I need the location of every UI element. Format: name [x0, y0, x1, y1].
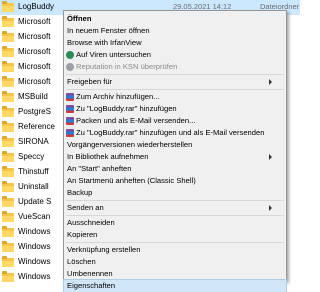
file-name: PostgreS	[18, 107, 51, 116]
menu-item-label: An "Start" anheften	[67, 164, 132, 173]
winrar-icon	[66, 129, 74, 137]
file-name: Windows	[18, 272, 51, 281]
folder-icon	[2, 76, 14, 87]
file-name: Microsoft	[18, 62, 51, 71]
menu-item-browse-irfanview[interactable]: Browse with IrfanView	[64, 37, 286, 49]
menu-item-label: Reputation in KSN überprüfen	[76, 62, 178, 71]
menu-item-label: Backup	[67, 188, 93, 197]
file-name: Windows	[18, 242, 51, 251]
folder-icon	[2, 211, 14, 222]
file-name: Microsoft	[18, 32, 51, 41]
file-name: Microsoft	[18, 47, 51, 56]
folder-icon	[2, 136, 14, 147]
folder-icon	[2, 1, 14, 12]
menu-item-backup[interactable]: Backup	[64, 187, 286, 199]
folder-icon	[2, 121, 14, 132]
file-name: VueScan	[18, 212, 51, 221]
menu-item-label: Browse with IrfanView	[67, 38, 142, 47]
folder-icon	[2, 91, 14, 102]
menu-item-restore-previous[interactable]: Vorgängerversionen wiederherstellen	[64, 139, 286, 151]
folder-icon	[2, 151, 14, 162]
menu-item-pack-email[interactable]: Packen und als E-Mail versenden...	[64, 115, 286, 127]
menu-item-label: In Bibliothek aufnehmen	[67, 152, 149, 161]
menu-item-pin-classic-shell[interactable]: An Startmenü anheften (Classic Shell)	[64, 175, 286, 187]
context-menu: Öffnen In neuem Fenster öffnen Browse wi…	[63, 10, 287, 292]
folder-icon	[2, 256, 14, 267]
menu-item-add-rar-email[interactable]: Zu "LogBuddy.rar" hinzufügen und als E-M…	[64, 127, 286, 139]
menu-item-label: Zum Archiv hinzufügen...	[76, 92, 160, 101]
menu-item-copy[interactable]: Kopieren	[64, 229, 286, 241]
menu-item-label: In neuem Fenster öffnen	[67, 26, 150, 35]
folder-icon	[2, 181, 14, 192]
menu-item-label: Zu "LogBuddy.rar" hinzufügen	[76, 104, 177, 113]
submenu-arrow-icon	[269, 79, 272, 85]
menu-item-share-with[interactable]: Freigeben für	[64, 76, 286, 88]
menu-item-open[interactable]: Öffnen	[64, 13, 286, 25]
menu-item-include-library[interactable]: In Bibliothek aufnehmen	[64, 151, 286, 163]
menu-item-label: Senden an	[67, 203, 104, 212]
file-name: Microsoft	[18, 77, 51, 86]
folder-icon	[2, 226, 14, 237]
winrar-icon	[66, 93, 74, 101]
menu-item-label: Umbenennen	[67, 269, 113, 278]
file-name: Uninstall	[18, 182, 49, 191]
folder-icon	[2, 106, 14, 117]
folder-icon	[2, 16, 14, 27]
file-name: Update S	[18, 197, 52, 206]
menu-item-delete[interactable]: Löschen	[64, 256, 286, 268]
file-name: SIRONA	[18, 137, 49, 146]
menu-separator	[66, 215, 284, 216]
folder-icon	[2, 241, 14, 252]
menu-item-add-rar[interactable]: Zu "LogBuddy.rar" hinzufügen	[64, 103, 286, 115]
ksn-icon	[66, 63, 74, 71]
menu-item-cut[interactable]: Ausschneiden	[64, 217, 286, 229]
folder-icon	[2, 61, 14, 72]
menu-item-pin-start[interactable]: An "Start" anheften	[64, 163, 286, 175]
file-name: Windows	[18, 257, 51, 266]
menu-item-label: Eigenschaften	[67, 281, 116, 290]
winrar-icon	[66, 117, 74, 125]
menu-separator	[66, 89, 284, 90]
file-name: Reference	[18, 122, 55, 131]
menu-item-label: Packen und als E-Mail versenden...	[76, 116, 196, 125]
menu-item-properties[interactable]: Eigenschaften	[63, 279, 287, 292]
menu-separator	[66, 242, 284, 243]
menu-item-label: Löschen	[67, 257, 96, 266]
submenu-arrow-icon	[269, 154, 272, 160]
file-name: Microsoft	[18, 17, 51, 26]
menu-item-create-shortcut[interactable]: Verknüpfung erstellen	[64, 244, 286, 256]
menu-item-label: Zu "LogBuddy.rar" hinzufügen und als E-M…	[76, 128, 265, 137]
menu-item-label: Verknüpfung erstellen	[67, 245, 141, 254]
folder-icon	[2, 46, 14, 57]
menu-item-label: Auf Viren untersuchen	[76, 50, 152, 59]
menu-item-label: Vorgängerversionen wiederherstellen	[67, 140, 193, 149]
menu-item-open-new-window[interactable]: In neuem Fenster öffnen	[64, 25, 286, 37]
folder-icon	[2, 271, 14, 282]
file-name: Speccy	[18, 152, 45, 161]
file-name: Thinstuff	[18, 167, 49, 176]
menu-item-virus-scan[interactable]: Auf Viren untersuchen	[64, 49, 286, 61]
winrar-icon	[66, 105, 74, 113]
folder-icon	[2, 166, 14, 177]
menu-item-add-archive[interactable]: Zum Archiv hinzufügen...	[64, 91, 286, 103]
menu-item-send-to[interactable]: Senden an	[64, 202, 286, 214]
menu-separator	[66, 74, 284, 75]
menu-item-label: An Startmenü anheften (Classic Shell)	[67, 176, 196, 185]
menu-item-label: Ausschneiden	[67, 218, 115, 227]
menu-item-label: Freigeben für	[67, 77, 113, 86]
file-name: LogBuddy	[18, 2, 55, 11]
menu-item-label: Öffnen	[67, 14, 92, 23]
folder-icon	[2, 31, 14, 42]
menu-item-label: Kopieren	[67, 230, 98, 239]
shield-virus-icon	[66, 51, 74, 59]
menu-item-ksn-reputation[interactable]: Reputation in KSN überprüfen	[64, 61, 286, 73]
file-name: MSBuild	[18, 92, 48, 101]
menu-separator	[66, 200, 284, 201]
folder-icon	[2, 196, 14, 207]
file-name: Windows	[18, 227, 51, 236]
submenu-arrow-icon	[269, 205, 272, 211]
menu-item-rename[interactable]: Umbenennen	[64, 268, 286, 280]
